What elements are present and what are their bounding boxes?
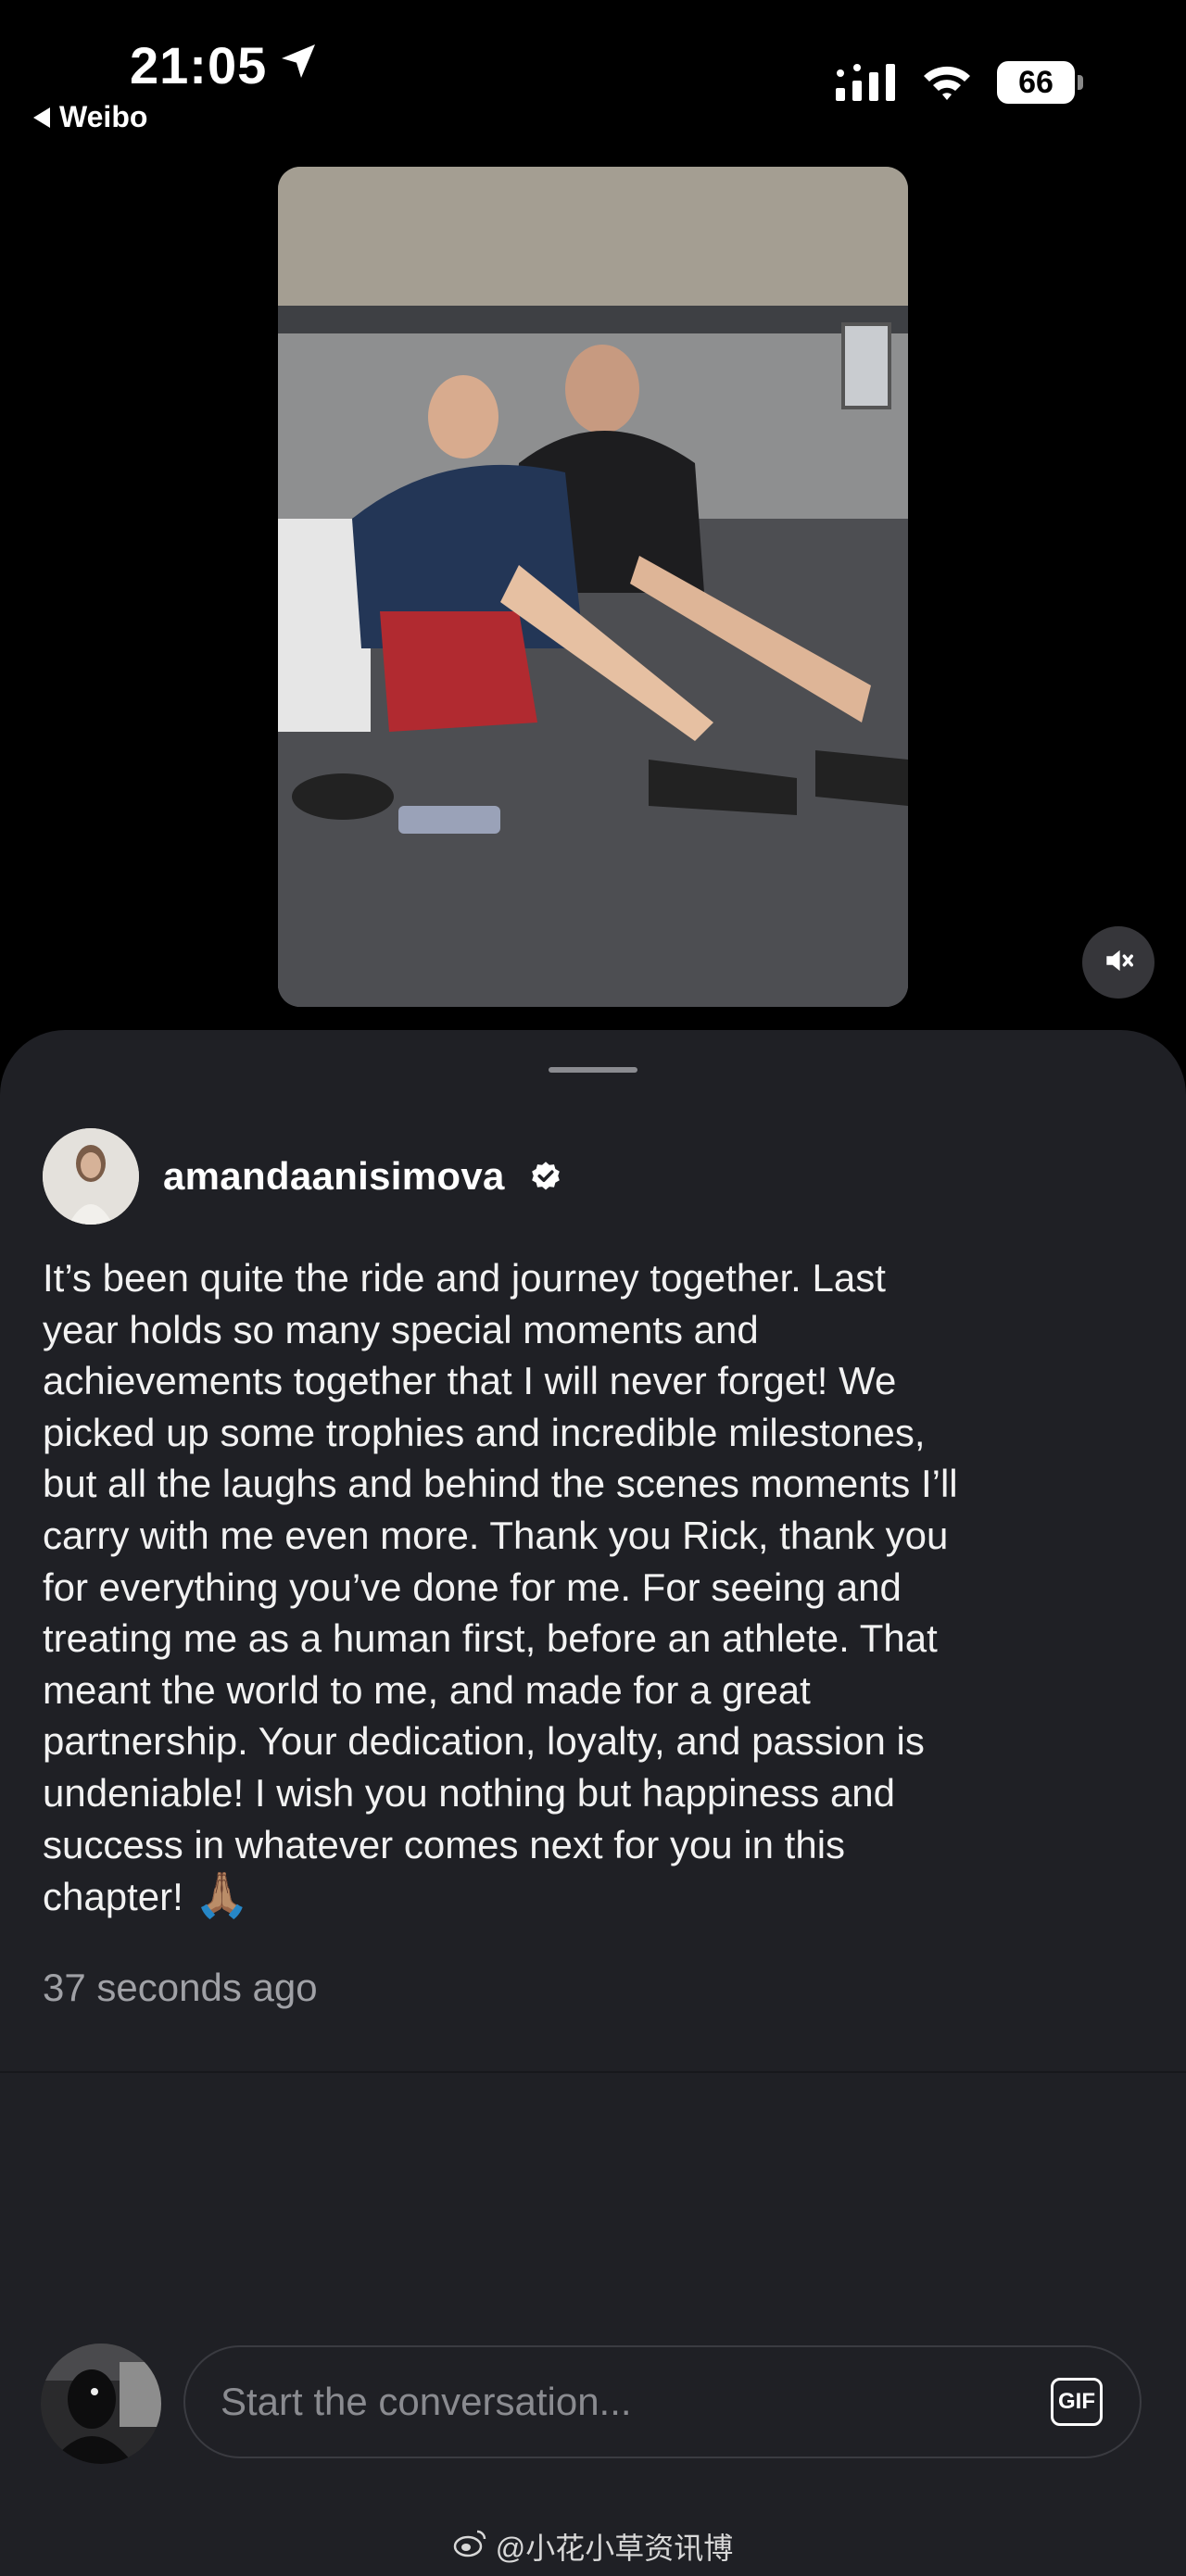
mute-toggle-button[interactable] xyxy=(1082,926,1154,999)
comment-composer[interactable]: GIF xyxy=(183,2345,1142,2458)
threads-post-screen: 21:05 Weibo 66 amandaanisimova It’s been… xyxy=(0,0,1186,2576)
post-timestamp: 37 seconds ago xyxy=(43,1966,318,2009)
post-caption-text: It’s been quite the ride and journey tog… xyxy=(43,1256,958,1919)
speaker-muted-icon xyxy=(1101,943,1136,983)
back-triangle-icon xyxy=(33,107,50,128)
folded-hands-emoji: 🙏🏽 xyxy=(194,1871,250,1921)
section-divider xyxy=(0,2071,1186,2073)
author-avatar[interactable] xyxy=(43,1128,139,1225)
battery-level: 66 xyxy=(1018,64,1054,100)
author-username[interactable]: amandaanisimova xyxy=(163,1154,505,1199)
post-caption: It’s been quite the ride and journey tog… xyxy=(43,1252,1145,1923)
weibo-logo-icon xyxy=(453,2528,488,2565)
status-time-text: 21:05 xyxy=(130,36,268,94)
back-to-app-link[interactable]: Weibo xyxy=(33,100,147,134)
battery-indicator: 66 xyxy=(997,61,1083,104)
status-time: 21:05 xyxy=(130,35,321,95)
post-detail-sheet: amandaanisimova It’s been quite the ride… xyxy=(0,1030,1186,2576)
watermark-text: @小花小草资讯博 xyxy=(495,2532,734,2565)
current-user-avatar[interactable] xyxy=(41,2344,161,2464)
post-photo[interactable] xyxy=(278,167,908,1007)
wifi-icon xyxy=(921,63,973,102)
verified-badge-icon xyxy=(529,1160,562,1193)
location-arrow-icon xyxy=(276,35,321,95)
gif-button[interactable]: GIF xyxy=(1051,2378,1103,2426)
post-author-row: amandaanisimova xyxy=(43,1128,562,1225)
watermark: @小花小草资讯博 xyxy=(0,2525,1186,2568)
cellular-signal-icon xyxy=(836,64,897,101)
comment-input[interactable] xyxy=(219,2379,1019,2425)
status-indicators: 66 xyxy=(836,61,1083,104)
back-app-label: Weibo xyxy=(59,100,148,133)
sheet-drag-handle[interactable] xyxy=(549,1067,637,1073)
